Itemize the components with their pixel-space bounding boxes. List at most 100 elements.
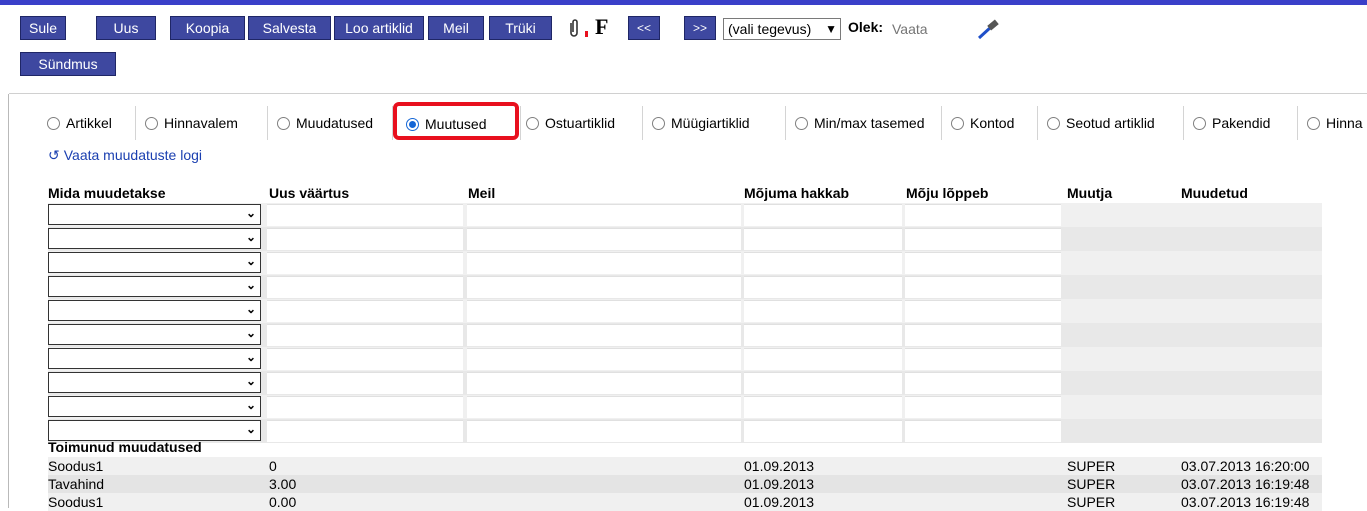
new-value-input[interactable] (267, 420, 463, 442)
event-button[interactable]: Sündmus (20, 52, 116, 76)
mail-button[interactable]: Meil (428, 16, 484, 40)
field-select[interactable]: ⌄ (48, 348, 261, 369)
tab-hinnavalem[interactable]: Hinnavalem (136, 106, 268, 140)
new-value-input[interactable] (267, 396, 463, 418)
mail-input[interactable] (467, 252, 741, 274)
end-date-input[interactable] (905, 204, 1061, 226)
history-changed: 03.07.2013 16:19:48 (1181, 476, 1310, 492)
change-log-link[interactable]: ↺ Vaata muudatuste logi (48, 147, 202, 164)
mail-input[interactable] (467, 348, 741, 370)
table-row: ⌄ (48, 371, 1322, 395)
chevron-down-icon: ⌄ (245, 302, 256, 316)
start-date-input[interactable] (744, 372, 902, 394)
new-value-input[interactable] (267, 300, 463, 322)
table-row: ⌄ (48, 299, 1322, 323)
chevron-down-icon: ⌄ (245, 278, 256, 292)
end-date-input[interactable] (905, 420, 1061, 442)
chevron-down-icon: ⌄ (245, 422, 256, 436)
tab-seotud-artiklid[interactable]: Seotud artiklid (1038, 106, 1184, 140)
tab-ostuartiklid[interactable]: Ostuartiklid (517, 106, 643, 140)
history-field: Soodus1 (48, 458, 104, 474)
field-select[interactable]: ⌄ (48, 228, 261, 249)
tab-min-max-tasemed[interactable]: Min/max tasemed (786, 106, 942, 140)
mail-input[interactable] (467, 276, 741, 298)
copy-button[interactable]: Koopia (170, 16, 245, 40)
end-date-input[interactable] (905, 228, 1061, 250)
end-date-input[interactable] (905, 396, 1061, 418)
hammer-icon[interactable] (975, 19, 1001, 41)
start-date-input[interactable] (744, 396, 902, 418)
new-value-input[interactable] (267, 372, 463, 394)
new-button[interactable]: Uus (96, 16, 156, 40)
mail-input[interactable] (467, 324, 741, 346)
radio-icon (145, 117, 158, 130)
mail-input[interactable] (467, 300, 741, 322)
print-button[interactable]: Trüki (489, 16, 552, 40)
row-background (48, 493, 1322, 511)
tab-bar: Artikkel Hinnavalem Muudatused Muutused … (38, 106, 1367, 140)
tab-muudatused[interactable]: Muudatused (268, 106, 393, 140)
tab-myygiartiklid[interactable]: Müügiartiklid (643, 106, 786, 140)
tab-label: Min/max tasemed (814, 115, 925, 131)
save-button[interactable]: Salvesta (248, 16, 331, 40)
field-select[interactable]: ⌄ (48, 396, 261, 417)
field-select[interactable]: ⌄ (48, 324, 261, 345)
field-select[interactable]: ⌄ (48, 300, 261, 321)
close-button[interactable]: Sule (20, 16, 66, 40)
toolbar-divider (9, 93, 1367, 94)
start-date-input[interactable] (744, 300, 902, 322)
field-select[interactable]: ⌄ (48, 276, 261, 297)
history-user: SUPER (1067, 494, 1116, 510)
history-value: 0.00 (269, 494, 297, 510)
next-button[interactable]: >> (684, 16, 716, 40)
start-date-input[interactable] (744, 420, 902, 442)
mail-input[interactable] (467, 204, 741, 226)
radio-icon (951, 117, 964, 130)
radio-icon (277, 117, 290, 130)
end-date-input[interactable] (905, 372, 1061, 394)
new-value-input[interactable] (267, 276, 463, 298)
tab-kontod[interactable]: Kontod (942, 106, 1038, 140)
chevron-down-icon: ⌄ (245, 374, 256, 388)
field-select[interactable]: ⌄ (48, 420, 261, 441)
start-date-input[interactable] (744, 252, 902, 274)
end-date-input[interactable] (905, 276, 1061, 298)
tab-pakendid[interactable]: Pakendid (1184, 106, 1298, 140)
start-date-input[interactable] (744, 228, 902, 250)
start-date-input[interactable] (744, 204, 902, 226)
action-select[interactable]: (vali tegevus) ▼ (723, 18, 841, 40)
action-select-value: (vali tegevus) (728, 21, 812, 37)
new-value-input[interactable] (267, 348, 463, 370)
field-select[interactable]: ⌄ (48, 372, 261, 393)
end-date-input[interactable] (905, 252, 1061, 274)
history-user: SUPER (1067, 476, 1116, 492)
new-value-input[interactable] (267, 252, 463, 274)
start-date-input[interactable] (744, 276, 902, 298)
start-date-input[interactable] (744, 348, 902, 370)
mail-input[interactable] (467, 420, 741, 442)
f-icon[interactable]: F (595, 14, 608, 40)
attachment-icon[interactable] (567, 19, 581, 39)
tab-label: Müügiartiklid (671, 115, 750, 131)
end-date-input[interactable] (905, 324, 1061, 346)
end-date-input[interactable] (905, 300, 1061, 322)
column-header: Meil (468, 185, 496, 201)
tab-hinna[interactable]: Hinna (1298, 106, 1367, 140)
start-date-input[interactable] (744, 324, 902, 346)
field-select[interactable]: ⌄ (48, 204, 261, 225)
tab-artikkel[interactable]: Artikkel (38, 106, 136, 140)
radio-icon (47, 117, 60, 130)
end-date-input[interactable] (905, 348, 1061, 370)
new-value-input[interactable] (267, 324, 463, 346)
history-changed: 03.07.2013 16:19:48 (1181, 494, 1310, 510)
status-input[interactable] (890, 18, 974, 40)
mail-input[interactable] (467, 396, 741, 418)
new-value-input[interactable] (267, 204, 463, 226)
mail-input[interactable] (467, 372, 741, 394)
create-articles-button[interactable]: Loo artiklid (334, 16, 424, 40)
new-value-input[interactable] (267, 228, 463, 250)
prev-button[interactable]: << (628, 16, 660, 40)
field-select[interactable]: ⌄ (48, 252, 261, 273)
mail-input[interactable] (467, 228, 741, 250)
history-field: Tavahind (48, 476, 105, 492)
